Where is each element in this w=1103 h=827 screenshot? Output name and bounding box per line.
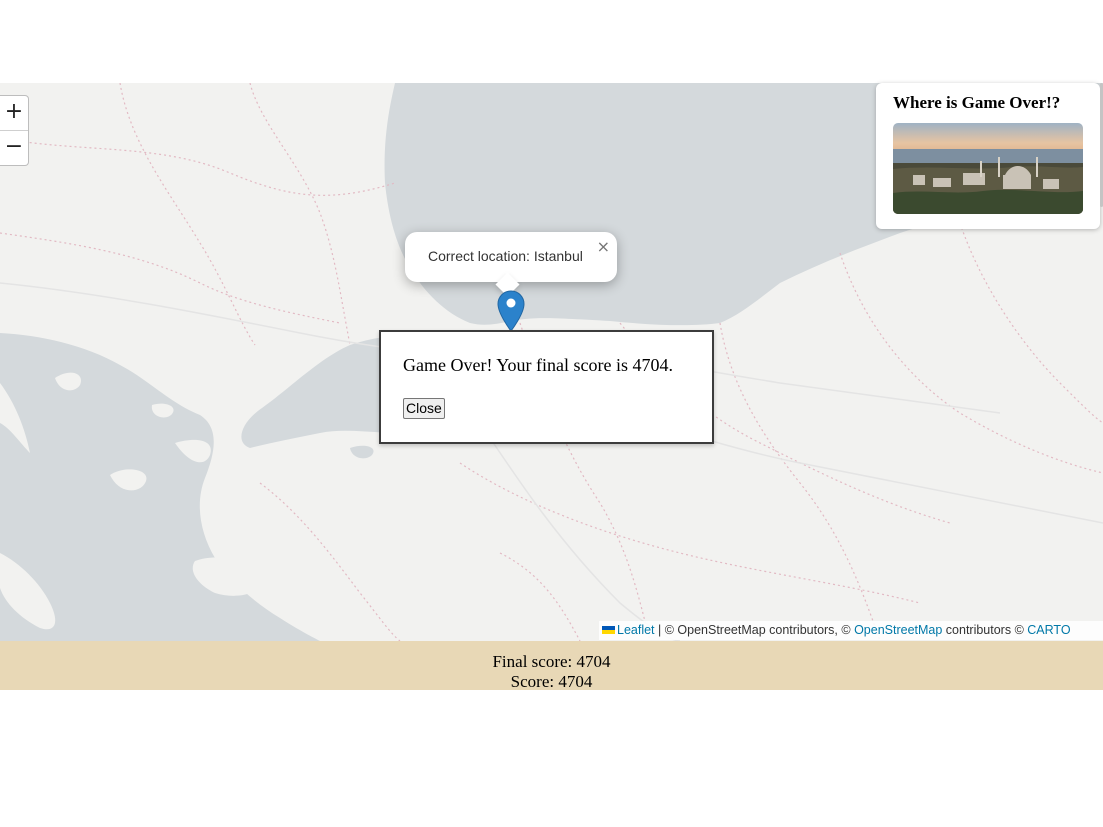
openstreetmap-link[interactable]: OpenStreetMap xyxy=(854,623,942,637)
location-photo xyxy=(893,123,1083,214)
score-text: Score: 4704 xyxy=(510,672,593,691)
map-attribution: Leaflet | © OpenStreetMap contributors, … xyxy=(599,621,1103,640)
question-panel: Where is Game Over!? xyxy=(876,83,1100,229)
game-over-dialog: Game Over! Your final score is 4704. Clo… xyxy=(379,330,714,444)
zoom-in-button[interactable]: + xyxy=(0,96,28,130)
attribution-text: | © OpenStreetMap contributors, © xyxy=(654,623,855,637)
zoom-control: + − xyxy=(0,95,29,166)
popup-text: Correct location: Istanbul xyxy=(428,248,583,264)
leaflet-link[interactable]: Leaflet xyxy=(617,623,655,637)
ukraine-flag-icon xyxy=(602,625,615,634)
final-score-text: Final score: 4704 xyxy=(492,652,611,671)
score-bar: Final score: 4704 Score: 4704 xyxy=(0,641,1103,691)
close-button[interactable]: Close xyxy=(403,398,445,419)
location-popup: Correct location: Istanbul × xyxy=(405,232,617,282)
game-over-message: Game Over! Your final score is 4704. xyxy=(403,355,673,375)
attribution-text-2: contributors © xyxy=(942,623,1028,637)
question-title: Where is Game Over!? xyxy=(893,93,1061,112)
carto-link[interactable]: CARTO xyxy=(1027,623,1070,637)
zoom-out-button[interactable]: − xyxy=(0,130,28,165)
popup-close-icon[interactable]: × xyxy=(597,237,610,256)
